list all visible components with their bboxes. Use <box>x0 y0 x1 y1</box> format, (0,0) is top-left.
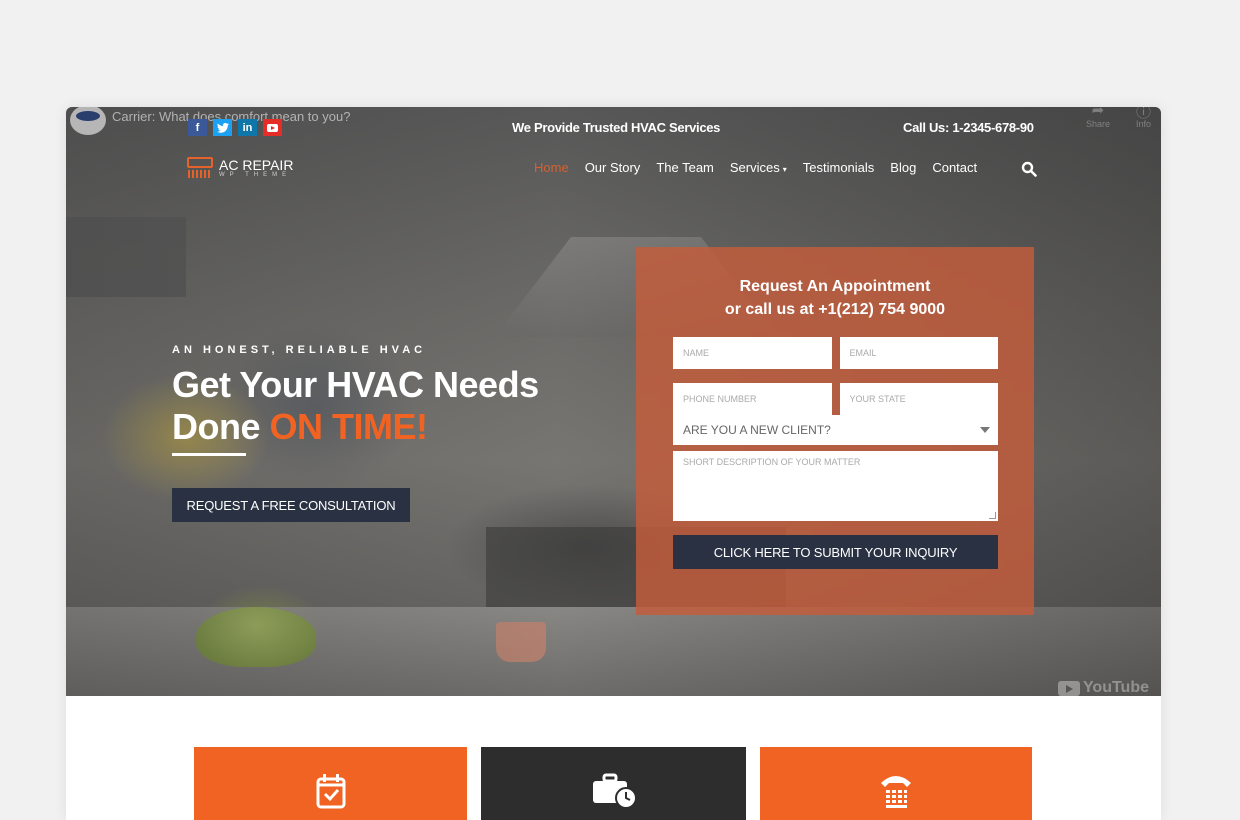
hero-headline: Get Your HVAC Needs Done ON TIME! <box>172 364 539 448</box>
facebook-icon[interactable]: f <box>188 119 207 136</box>
description-textarea[interactable]: SHORT DESCRIPTION OF YOUR MATTER <box>673 451 998 521</box>
nav-testimonials[interactable]: Testimonials <box>803 160 875 175</box>
share-button[interactable]: ➦ Share <box>1086 107 1110 129</box>
briefcase-clock-icon <box>592 773 636 809</box>
nav-home[interactable]: Home <box>534 160 569 175</box>
headline-line-2: Done ON TIME! <box>172 406 539 448</box>
headline-line-1: Get Your HVAC Needs <box>172 364 539 405</box>
calendar-check-icon <box>316 774 345 809</box>
twitter-icon[interactable] <box>213 119 232 136</box>
nav-blog[interactable]: Blog <box>890 160 916 175</box>
headline-underline <box>172 453 246 456</box>
browser-viewport: Carrier: What does comfort mean to you? … <box>66 107 1161 820</box>
form-title-line-2: or call us at +1(212) 754 9000 <box>724 301 946 318</box>
feature-box-schedule[interactable] <box>194 747 467 820</box>
logo-title: AC REPAIR <box>219 156 294 173</box>
hero-eyebrow: AN HONEST, RELIABLE HVAC <box>172 344 427 356</box>
social-links: f in <box>188 119 282 136</box>
name-input[interactable]: NAME <box>673 337 832 369</box>
info-label: Info <box>1135 119 1151 129</box>
youtube-watermark[interactable]: YouTube <box>1057 679 1149 696</box>
info-icon: ⓘ <box>1135 107 1151 121</box>
header-tagline: We Provide Trusted HVAC Services <box>512 120 721 135</box>
state-input[interactable]: YOUR STATE <box>839 383 998 415</box>
linkedin-icon[interactable]: in <box>238 119 257 136</box>
video-actions: ➦ Share ⓘ Info <box>1086 107 1151 129</box>
email-input[interactable]: EMAIL <box>839 337 998 369</box>
hero-video-section[interactable]: Carrier: What does comfort mean to you? … <box>66 107 1161 696</box>
share-icon: ➦ <box>1091 107 1105 119</box>
chevron-down-icon: ▾ <box>782 165 787 174</box>
form-fields: NAME EMAIL PHONE NUMBER YOUR STATE ARE Y… <box>673 337 998 569</box>
headline-accent: ON TIME! <box>269 406 428 447</box>
nav-contact[interactable]: Contact <box>932 160 977 175</box>
feature-boxes <box>194 747 1032 820</box>
share-label: Share <box>1085 119 1110 129</box>
new-client-select-value: ARE YOU A NEW CLIENT? <box>683 423 831 437</box>
submit-inquiry-button[interactable]: CLICK HERE TO SUBMIT YOUR INQUIRY <box>673 535 998 569</box>
nav-our-story[interactable]: Our Story <box>585 160 641 175</box>
appointment-form: Request An Appointment or call us at +1(… <box>636 247 1034 615</box>
main-nav: Home Our Story The Team Services ▾ Testim… <box>534 160 977 175</box>
nav-services-label: Services <box>729 160 780 175</box>
nav-services[interactable]: Services ▾ <box>730 160 787 175</box>
new-client-select[interactable]: ARE YOU A NEW CLIENT? <box>673 415 998 445</box>
youtube-play-icon <box>1057 680 1080 696</box>
ac-unit-logo-icon <box>187 157 213 179</box>
nav-the-team[interactable]: The Team <box>656 160 714 175</box>
headline-plain: Done <box>172 406 270 447</box>
phone-keypad-icon <box>881 776 911 808</box>
info-button[interactable]: ⓘ Info <box>1136 107 1151 129</box>
search-icon[interactable] <box>1021 161 1037 177</box>
feature-box-call[interactable] <box>760 747 1032 820</box>
header-phone[interactable]: Call Us: 1-2345-678-90 <box>903 120 1034 135</box>
site-logo[interactable]: AC REPAIR WP THEME <box>187 157 293 179</box>
youtube-brand-text: YouTube <box>1082 679 1149 696</box>
logo-subtitle: WP THEME <box>219 171 292 178</box>
form-title: Request An Appointment or call us at +1(… <box>636 275 1034 321</box>
feature-box-hours[interactable] <box>481 747 746 820</box>
form-title-line-1: Request An Appointment <box>739 278 931 295</box>
caret-down-icon <box>980 427 990 433</box>
youtube-social-icon[interactable] <box>263 119 282 136</box>
request-consultation-button[interactable]: REQUEST A FREE CONSULTATION <box>172 488 410 522</box>
phone-input[interactable]: PHONE NUMBER <box>673 383 832 415</box>
